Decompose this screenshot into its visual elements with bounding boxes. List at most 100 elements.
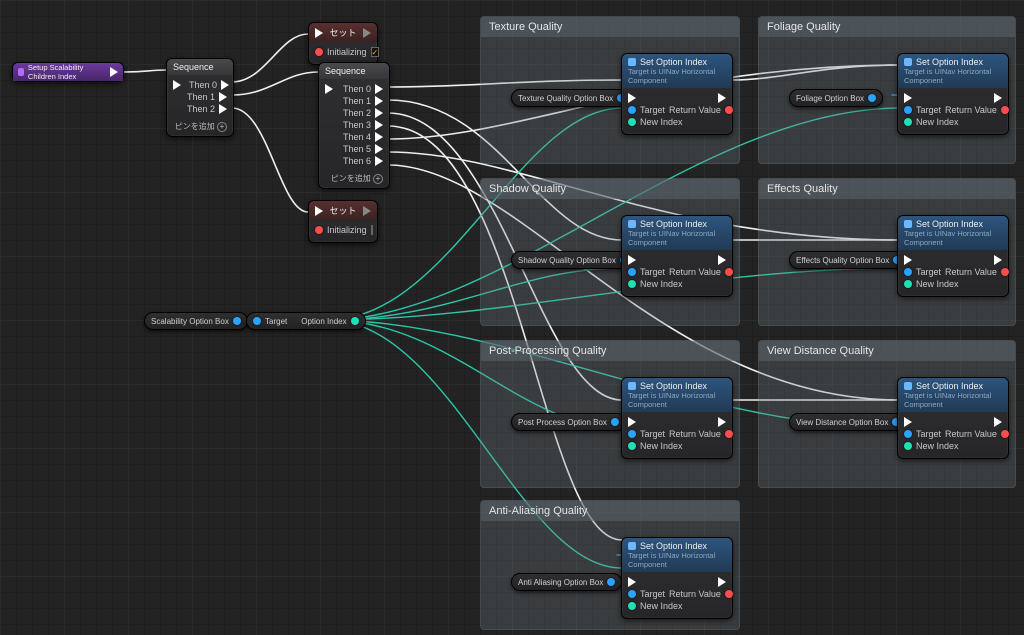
exec-in-icon[interactable] (325, 84, 333, 94)
object-pin-icon[interactable] (253, 317, 261, 325)
set-node-2[interactable]: セット Initializing (308, 200, 378, 243)
exec-out-icon[interactable] (375, 108, 383, 118)
set-option-index-node[interactable]: Set Option Index Target is UINav Horizon… (621, 215, 733, 297)
comment-title[interactable]: Foliage Quality (759, 17, 1015, 37)
bool-pin-icon[interactable] (1001, 268, 1009, 276)
add-pin-label[interactable]: ピンを追加 (331, 174, 371, 183)
exec-in-icon[interactable] (628, 577, 636, 587)
exec-out-icon[interactable] (375, 156, 383, 166)
exec-out-icon[interactable] (221, 80, 229, 90)
exec-out-icon[interactable] (375, 96, 383, 106)
var-option-box[interactable]: Effects Quality Option Box (789, 251, 908, 269)
object-pin-icon[interactable] (628, 106, 636, 114)
object-pin-icon[interactable] (628, 590, 636, 598)
var-option-box[interactable]: Post Process Option Box (511, 413, 626, 431)
exec-in-icon[interactable] (904, 93, 912, 103)
exec-in-icon[interactable] (173, 80, 181, 90)
checkbox-icon[interactable]: ✓ (371, 47, 380, 57)
exec-out-icon[interactable] (718, 577, 726, 587)
add-pin-label[interactable]: ピンを追加 (175, 122, 215, 131)
bool-pin-icon[interactable] (725, 430, 733, 438)
exec-in-icon[interactable] (628, 255, 636, 265)
var-option-box[interactable]: Anti Aliasing Option Box (511, 573, 622, 591)
var-option-box[interactable]: View Distance Option Box (789, 413, 907, 431)
comment-viewdist[interactable]: View Distance Quality View Distance Opti… (758, 340, 1016, 488)
int-pin-icon[interactable] (628, 280, 636, 288)
object-pin-icon[interactable] (628, 430, 636, 438)
exec-in-icon[interactable] (315, 28, 323, 38)
exec-in-icon[interactable] (315, 206, 323, 216)
exec-in-icon[interactable] (628, 417, 636, 427)
exec-out-icon[interactable] (375, 84, 383, 94)
int-pin-icon[interactable] (904, 442, 912, 450)
bool-pin-icon[interactable] (315, 48, 323, 56)
exec-out-icon[interactable] (375, 132, 383, 142)
exec-out-icon[interactable] (363, 206, 371, 216)
object-pin-icon[interactable] (868, 94, 876, 102)
object-pin-icon[interactable] (904, 430, 912, 438)
option-index-node[interactable]: Target Option Index (246, 312, 366, 330)
bool-pin-icon[interactable] (1001, 106, 1009, 114)
checkbox-icon[interactable] (371, 225, 373, 235)
int-pin-icon[interactable] (904, 118, 912, 126)
exec-out-icon[interactable] (994, 93, 1002, 103)
object-pin-icon[interactable] (607, 578, 615, 586)
int-pin-icon[interactable] (351, 317, 359, 325)
var-option-box[interactable]: Shadow Quality Option Box (511, 251, 635, 269)
exec-out-icon[interactable] (363, 28, 371, 38)
set-option-index-node[interactable]: Set Option Index Target is UINav Horizon… (621, 53, 733, 135)
object-pin-icon[interactable] (628, 268, 636, 276)
exec-in-icon[interactable] (904, 255, 912, 265)
bool-pin-icon[interactable] (725, 106, 733, 114)
var-scalability-option-box[interactable]: Scalability Option Box (144, 312, 248, 330)
set-option-index-node[interactable]: Set Option Index Target is UINav Horizon… (897, 53, 1009, 135)
comment-foliage[interactable]: Foliage Quality Foliage Option Box Set O… (758, 16, 1016, 164)
set-option-index-node[interactable]: Set Option Index Target is UINav Horizon… (897, 377, 1009, 459)
set-node-1[interactable]: セット Initializing ✓ (308, 22, 378, 65)
comment-postproc[interactable]: Post-Processing Quality Post Process Opt… (480, 340, 740, 488)
comment-title[interactable]: Post-Processing Quality (481, 341, 739, 361)
set-option-index-node[interactable]: Set Option Index Target is UINav Horizon… (621, 377, 733, 459)
exec-in-icon[interactable] (628, 93, 636, 103)
object-pin-icon[interactable] (233, 317, 241, 325)
comment-title[interactable]: Texture Quality (481, 17, 739, 37)
bool-pin-icon[interactable] (725, 590, 733, 598)
plus-icon[interactable]: + (373, 174, 383, 184)
bool-pin-icon[interactable] (725, 268, 733, 276)
exec-out-icon[interactable] (375, 144, 383, 154)
var-option-box[interactable]: Texture Quality Option Box (511, 89, 632, 107)
comment-shadow[interactable]: Shadow Quality Shadow Quality Option Box… (480, 178, 740, 326)
event-setup-scalability[interactable]: Setup Scalability Children Index (12, 62, 124, 82)
sequence-node-1[interactable]: Sequence Then 0 Then 1 Then 2 ピンを追加 + (166, 58, 234, 137)
exec-out-icon[interactable] (994, 255, 1002, 265)
comment-texture[interactable]: Texture Quality Texture Quality Option B… (480, 16, 740, 164)
int-pin-icon[interactable] (628, 118, 636, 126)
object-pin-icon[interactable] (904, 106, 912, 114)
comment-antialias[interactable]: Anti-Aliasing Quality Anti Aliasing Opti… (480, 500, 740, 630)
set-option-index-node[interactable]: Set Option Index Target is UINav Horizon… (621, 537, 733, 619)
object-pin-icon[interactable] (611, 418, 619, 426)
sequence-node-2[interactable]: Sequence Then 0 Then 1 Then 2 Then 3 The… (318, 62, 390, 189)
comment-effects[interactable]: Effects Quality Effects Quality Option B… (758, 178, 1016, 326)
comment-title[interactable]: Anti-Aliasing Quality (481, 501, 739, 521)
var-option-box[interactable]: Foliage Option Box (789, 89, 883, 107)
comment-title[interactable]: Shadow Quality (481, 179, 739, 199)
int-pin-icon[interactable] (628, 602, 636, 610)
bool-pin-icon[interactable] (315, 226, 323, 234)
exec-out-icon[interactable] (718, 93, 726, 103)
comment-title[interactable]: View Distance Quality (759, 341, 1015, 361)
set-option-index-node[interactable]: Set Option Index Target is UINav Horizon… (897, 215, 1009, 297)
exec-out-icon[interactable] (219, 104, 227, 114)
int-pin-icon[interactable] (904, 280, 912, 288)
exec-out-icon[interactable] (375, 120, 383, 130)
exec-out-icon[interactable] (994, 417, 1002, 427)
exec-out-icon[interactable] (718, 255, 726, 265)
plus-icon[interactable]: + (217, 122, 227, 132)
bool-pin-icon[interactable] (1001, 430, 1009, 438)
exec-in-icon[interactable] (904, 417, 912, 427)
comment-title[interactable]: Effects Quality (759, 179, 1015, 199)
object-pin-icon[interactable] (904, 268, 912, 276)
int-pin-icon[interactable] (628, 442, 636, 450)
exec-out-icon[interactable] (718, 417, 726, 427)
exec-out-icon[interactable] (219, 92, 227, 102)
